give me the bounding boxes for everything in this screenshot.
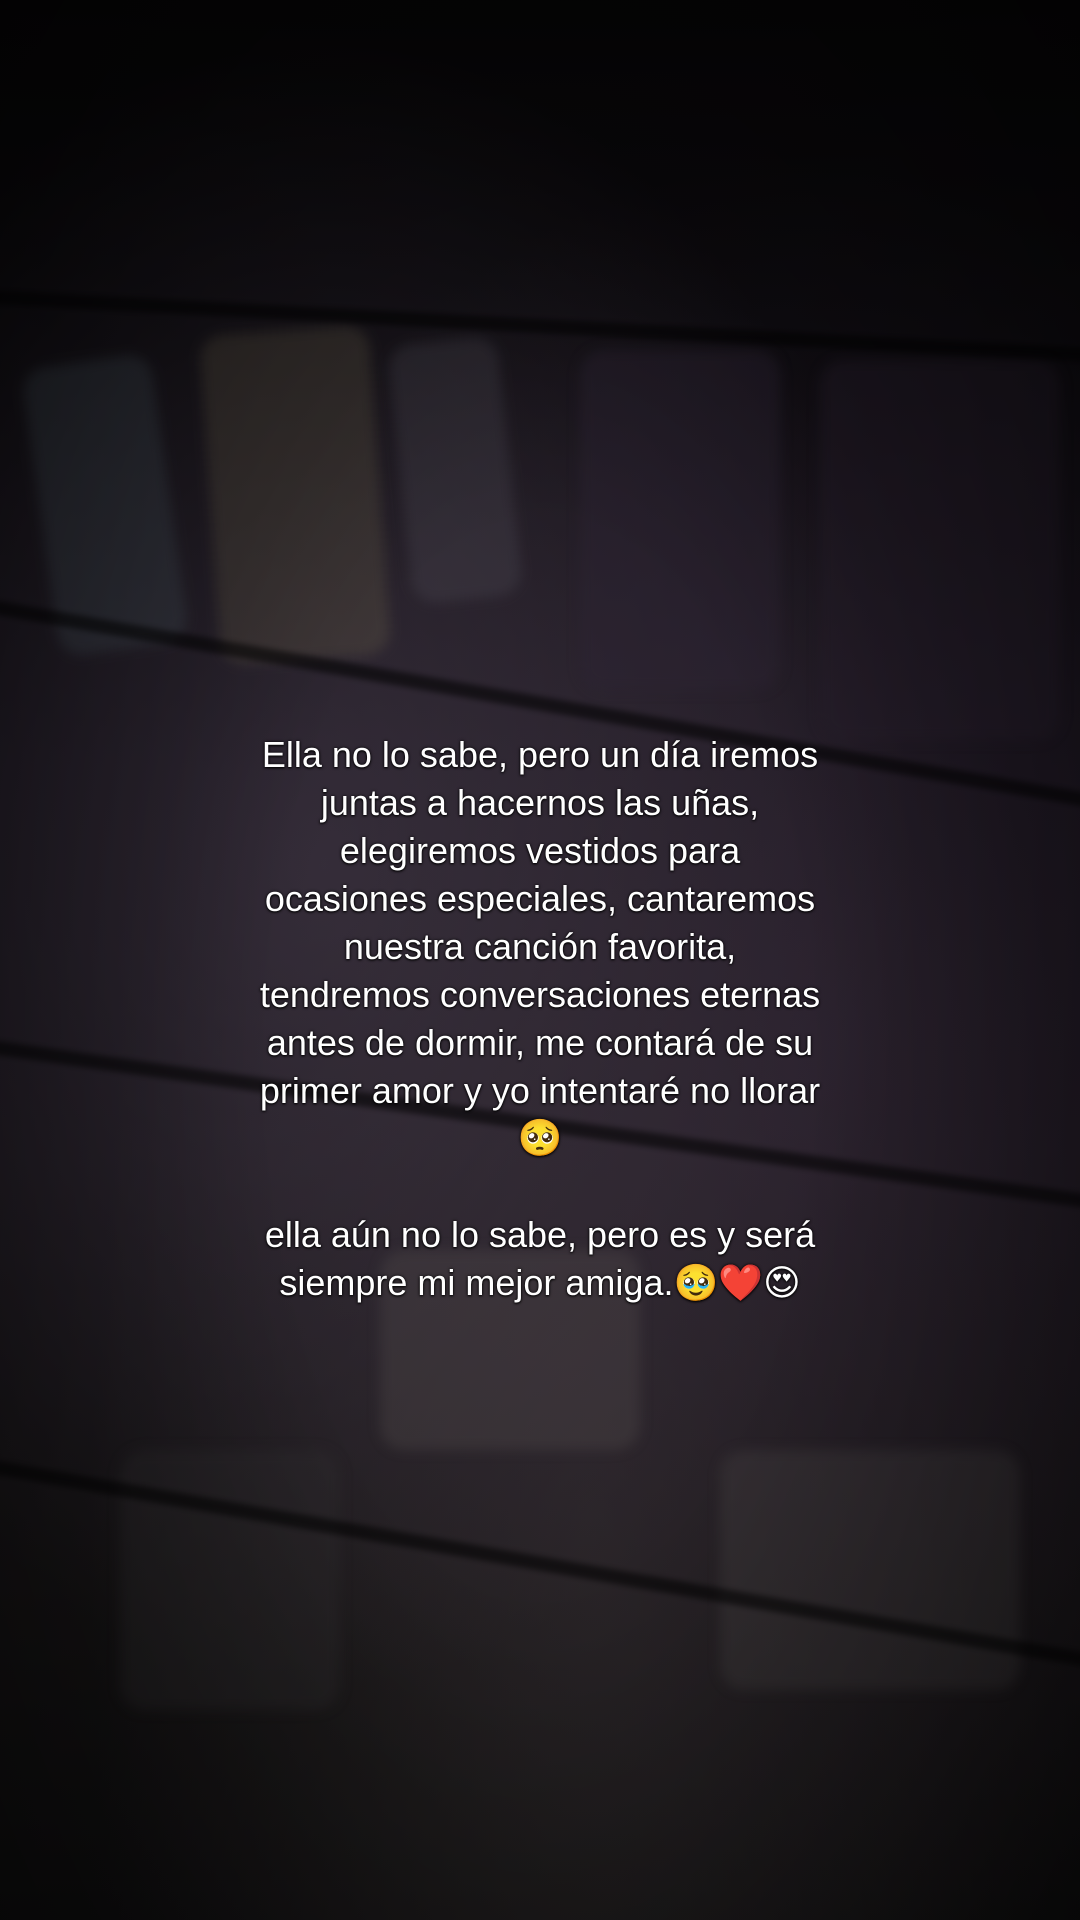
playpen-net-line — [0, 1455, 1080, 1679]
caption-line: Ella no lo sabe, pero un día iremos — [261, 734, 819, 775]
caption-line: siempre mi mejor amiga.🥹❤️😍 — [279, 1262, 801, 1303]
caption-line: ella aún no lo sabe, pero es y será — [264, 1214, 816, 1255]
caption-line: primer amor y yo intentaré no llorar — [259, 1070, 821, 1111]
background-blur-shape — [820, 360, 1060, 740]
background-blur-shape — [198, 324, 392, 666]
background-blur-shape — [120, 1450, 340, 1710]
caption-line: juntas a hacernos las uñas, — [320, 782, 760, 823]
caption-line: elegiremos vestidos para — [339, 830, 741, 871]
caption-line: tendremos conversaciones eternas — [259, 974, 821, 1015]
video-frame: Ella no lo sabe, pero un día iremos junt… — [0, 0, 1080, 1920]
background-blur-shape — [720, 1450, 1020, 1690]
overlay-caption: Ella no lo sabe, pero un día iremos junt… — [190, 731, 890, 1307]
caption-line: antes de dormir, me contará de su — [266, 1022, 814, 1063]
caption-line: ocasiones especiales, cantaremos — [264, 878, 816, 919]
playpen-net-line — [0, 288, 1080, 366]
background-blur-shape — [580, 350, 780, 690]
caption-line: nuestra canción favorita, — [343, 926, 737, 967]
pleading-face-emoji: 🥺 — [517, 1118, 563, 1159]
background-blur-shape — [20, 352, 190, 658]
background-blur-shape — [386, 334, 524, 606]
